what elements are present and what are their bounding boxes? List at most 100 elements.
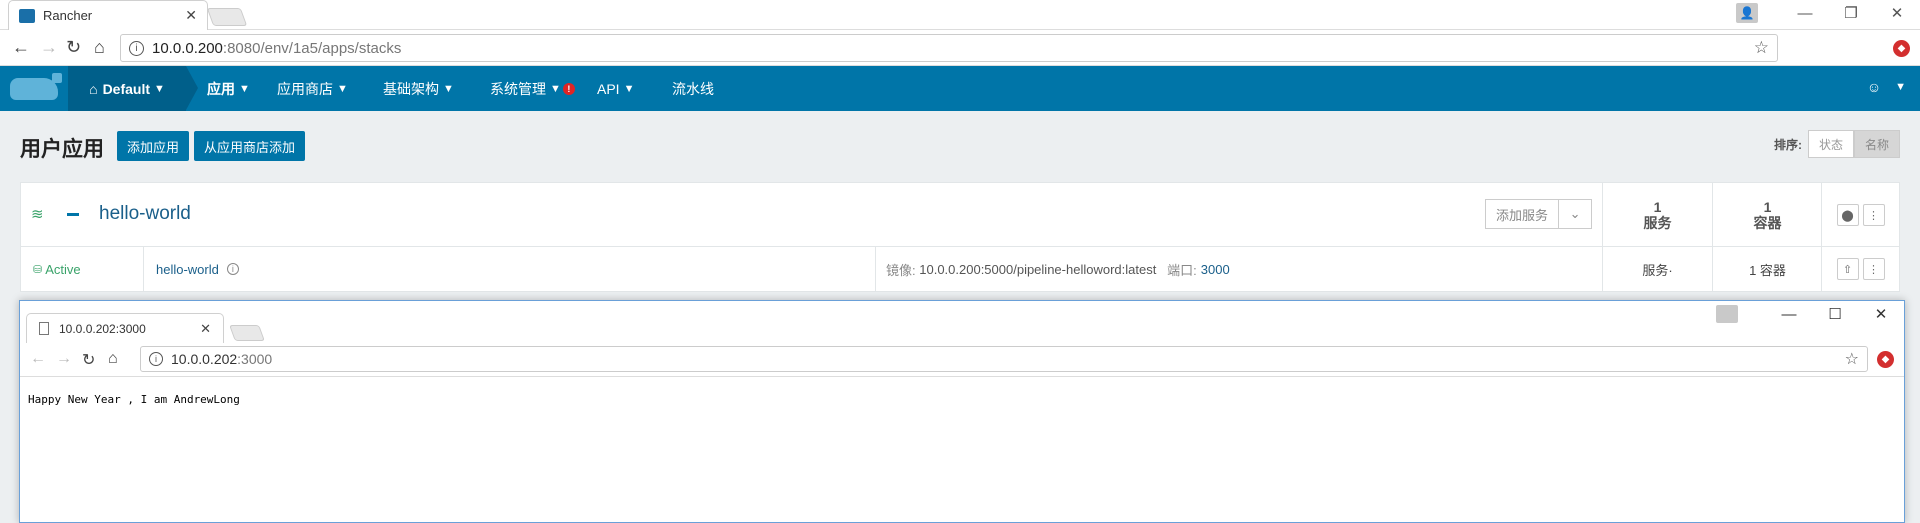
rancher-logo[interactable] (0, 66, 68, 111)
reload-icon[interactable]: ↻ (82, 350, 95, 370)
close-window-button[interactable]: ✕ (1874, 4, 1920, 22)
forward-icon[interactable]: → (40, 37, 58, 58)
collapse-icon[interactable] (67, 213, 79, 216)
stack-header: ≋ hello-world 添加服务 ⌄ 1 服务 1 容器 ⬤ ⋮ (21, 183, 1899, 247)
browser-tab-hello[interactable]: 10.0.0.202:3000 ✕ (26, 313, 224, 343)
add-stack-button[interactable]: 添加应用 (117, 131, 190, 161)
info-icon[interactable]: i (226, 263, 239, 275)
stack-card: ≋ hello-world 添加服务 ⌄ 1 服务 1 容器 ⬤ ⋮ ⛁ Act… (20, 182, 1900, 292)
minimize-button[interactable]: — (1782, 5, 1828, 22)
browser-toolbar-2: ← → ↻ ⌂ i 10.0.0.202 :3000 ☆ ◆ (20, 343, 1904, 377)
more-options-icon[interactable]: ⋮ (1862, 204, 1885, 226)
extension-icon[interactable]: ◆ (1877, 351, 1894, 368)
nav-admin-label: 系统管理 (490, 80, 546, 97)
sort-by-name-button[interactable]: 名称 (1853, 130, 1900, 158)
nav-infrastructure[interactable]: 基础架构 ▼ (383, 66, 454, 111)
browser-tab-strip: Rancher ✕ 👤 — ❐ ✕ (0, 0, 1920, 30)
second-browser-window: 10.0.0.202:3000 ✕ — ☐ ✕ ← → ↻ ⌂ i 10.0.0… (19, 300, 1905, 523)
service-row: ⛁ Active hello-world i 镜像: 10.0.0.200:50… (21, 247, 1899, 291)
sort-control: 排序: 状态 名称 (1774, 130, 1900, 158)
page-body-text: Happy New Year , I am AndrewLong (28, 393, 240, 406)
add-from-catalog-button[interactable]: 从应用商店添加 (194, 131, 306, 161)
user-menu[interactable]: ☺ ▼ (1867, 79, 1906, 95)
chevron-down-icon[interactable]: ⌄ (1559, 206, 1591, 222)
window-controls: 👤 — ❐ ✕ (1736, 0, 1920, 26)
address-bar[interactable]: i 10.0.0.200 :8080/env/1a5/apps/stacks ☆ (120, 34, 1778, 62)
port-link[interactable]: 3000 (1201, 262, 1230, 277)
add-service-button[interactable]: 添加服务 ⌄ (1485, 199, 1593, 229)
bookmark-star-icon[interactable]: ☆ (1754, 38, 1769, 58)
chevron-down-icon: ▼ (154, 82, 165, 95)
stack-name[interactable]: hello-world (99, 203, 191, 225)
service-actions: ⇧ ⋮ (1821, 247, 1899, 291)
service-containers-cell: 1 容器 (1712, 247, 1822, 291)
maximize-button[interactable]: ☐ (1812, 305, 1858, 323)
home-icon[interactable]: ⌂ (108, 350, 118, 368)
services-count-label: 服务 (1643, 215, 1672, 231)
containers-count-label: 容器 (1753, 215, 1782, 231)
sort-label: 排序: (1773, 137, 1802, 152)
back-icon[interactable]: ← (30, 350, 46, 368)
nav-infrastructure-label: 基础架构 (383, 80, 439, 97)
nav-api[interactable]: API ▼ (597, 66, 634, 111)
stack-actions: ⬤ ⋮ (1821, 183, 1899, 247)
bookmark-star-icon[interactable]: ☆ (1845, 349, 1859, 369)
tab-close-icon[interactable]: ✕ (185, 7, 197, 24)
user-icon: ☺ (1866, 79, 1882, 95)
close-window-button[interactable]: ✕ (1858, 305, 1904, 323)
environment-name: Default (102, 80, 151, 97)
rancher-top-nav: ⌂ Default ▼ 应用 ▼ 应用商店 ▼ 基础架构 ▼ 系统管理 ▼! API ▼ … (0, 66, 1920, 111)
image-label: 镜像: (886, 262, 916, 278)
tab-title: 10.0.0.202:3000 (59, 321, 146, 336)
nav-catalog[interactable]: 应用商店 ▼ (277, 66, 348, 111)
browser-toolbar: ← → ↻ ⌂ i 10.0.0.200 :8080/env/1a5/apps/… (0, 30, 1920, 66)
document-icon (39, 322, 49, 335)
containers-count: 1 容器 (1712, 183, 1822, 247)
chevron-down-icon: ▼ (1895, 81, 1906, 93)
services-count: 1 服务 (1602, 183, 1712, 247)
upgrade-icon[interactable]: ⇧ (1836, 258, 1859, 280)
active-state-icon: ⛁ (33, 263, 43, 276)
services-count-value: 1 (1653, 199, 1662, 215)
profile-icon[interactable]: 👤 (1736, 3, 1758, 23)
url-path: :8080/env/1a5/apps/stacks (222, 39, 402, 57)
nav-admin[interactable]: 系统管理 ▼! (490, 66, 575, 111)
nav-pipeline[interactable]: 流水线 (672, 66, 714, 111)
tab-close-icon[interactable]: ✕ (200, 321, 211, 337)
browser-tab-rancher[interactable]: Rancher ✕ (8, 0, 208, 30)
sort-by-state-button[interactable]: 状态 (1807, 130, 1854, 158)
url-host: 10.0.0.200 (152, 39, 223, 57)
alert-badge-icon: ! (562, 82, 575, 95)
back-icon[interactable]: ← (12, 37, 30, 58)
minimize-button[interactable]: — (1766, 306, 1812, 323)
new-tab-button[interactable] (206, 8, 248, 26)
address-bar-2[interactable]: i 10.0.0.202 :3000 ☆ (140, 346, 1868, 372)
nav-apps[interactable]: 应用 ▼ (207, 66, 250, 111)
home-icon[interactable]: ⌂ (94, 37, 105, 58)
environment-switcher[interactable]: ⌂ Default ▼ (68, 66, 198, 111)
stack-layers-icon: ≋ (31, 206, 44, 223)
more-options-icon[interactable]: ⋮ (1862, 258, 1885, 280)
chevron-down-icon: ▼ (443, 82, 454, 95)
service-name[interactable]: hello-world i (143, 247, 239, 291)
site-info-icon[interactable]: i (149, 352, 163, 366)
new-tab-button[interactable] (229, 325, 265, 341)
service-state: ⛁ Active (33, 247, 81, 291)
url-path: :3000 (237, 351, 273, 367)
forward-icon[interactable]: → (56, 350, 72, 368)
reload-icon[interactable]: ↻ (66, 37, 81, 58)
nav-apps-label: 应用 (207, 80, 235, 97)
nav-pipeline-label: 流水线 (672, 80, 714, 97)
extension-icon[interactable]: ◆ (1893, 40, 1910, 57)
profile-icon[interactable] (1716, 305, 1738, 323)
browser-tab-strip-2: 10.0.0.202:3000 ✕ — ☐ ✕ (20, 301, 1904, 343)
restore-button[interactable]: ❐ (1828, 4, 1874, 22)
stack-state-icon[interactable]: ⬤ (1836, 204, 1859, 226)
home-icon: ⌂ (89, 80, 98, 97)
nav-catalog-label: 应用商店 (277, 80, 333, 97)
chevron-down-icon: ▼ (337, 82, 348, 95)
site-info-icon[interactable]: i (129, 40, 144, 56)
rancher-favicon-icon (19, 8, 35, 23)
service-image-info: 镜像: 10.0.0.200:5000/pipeline-helloword:l… (875, 247, 1230, 291)
image-value: 10.0.0.200:5000/pipeline-helloword:lates… (919, 261, 1157, 277)
